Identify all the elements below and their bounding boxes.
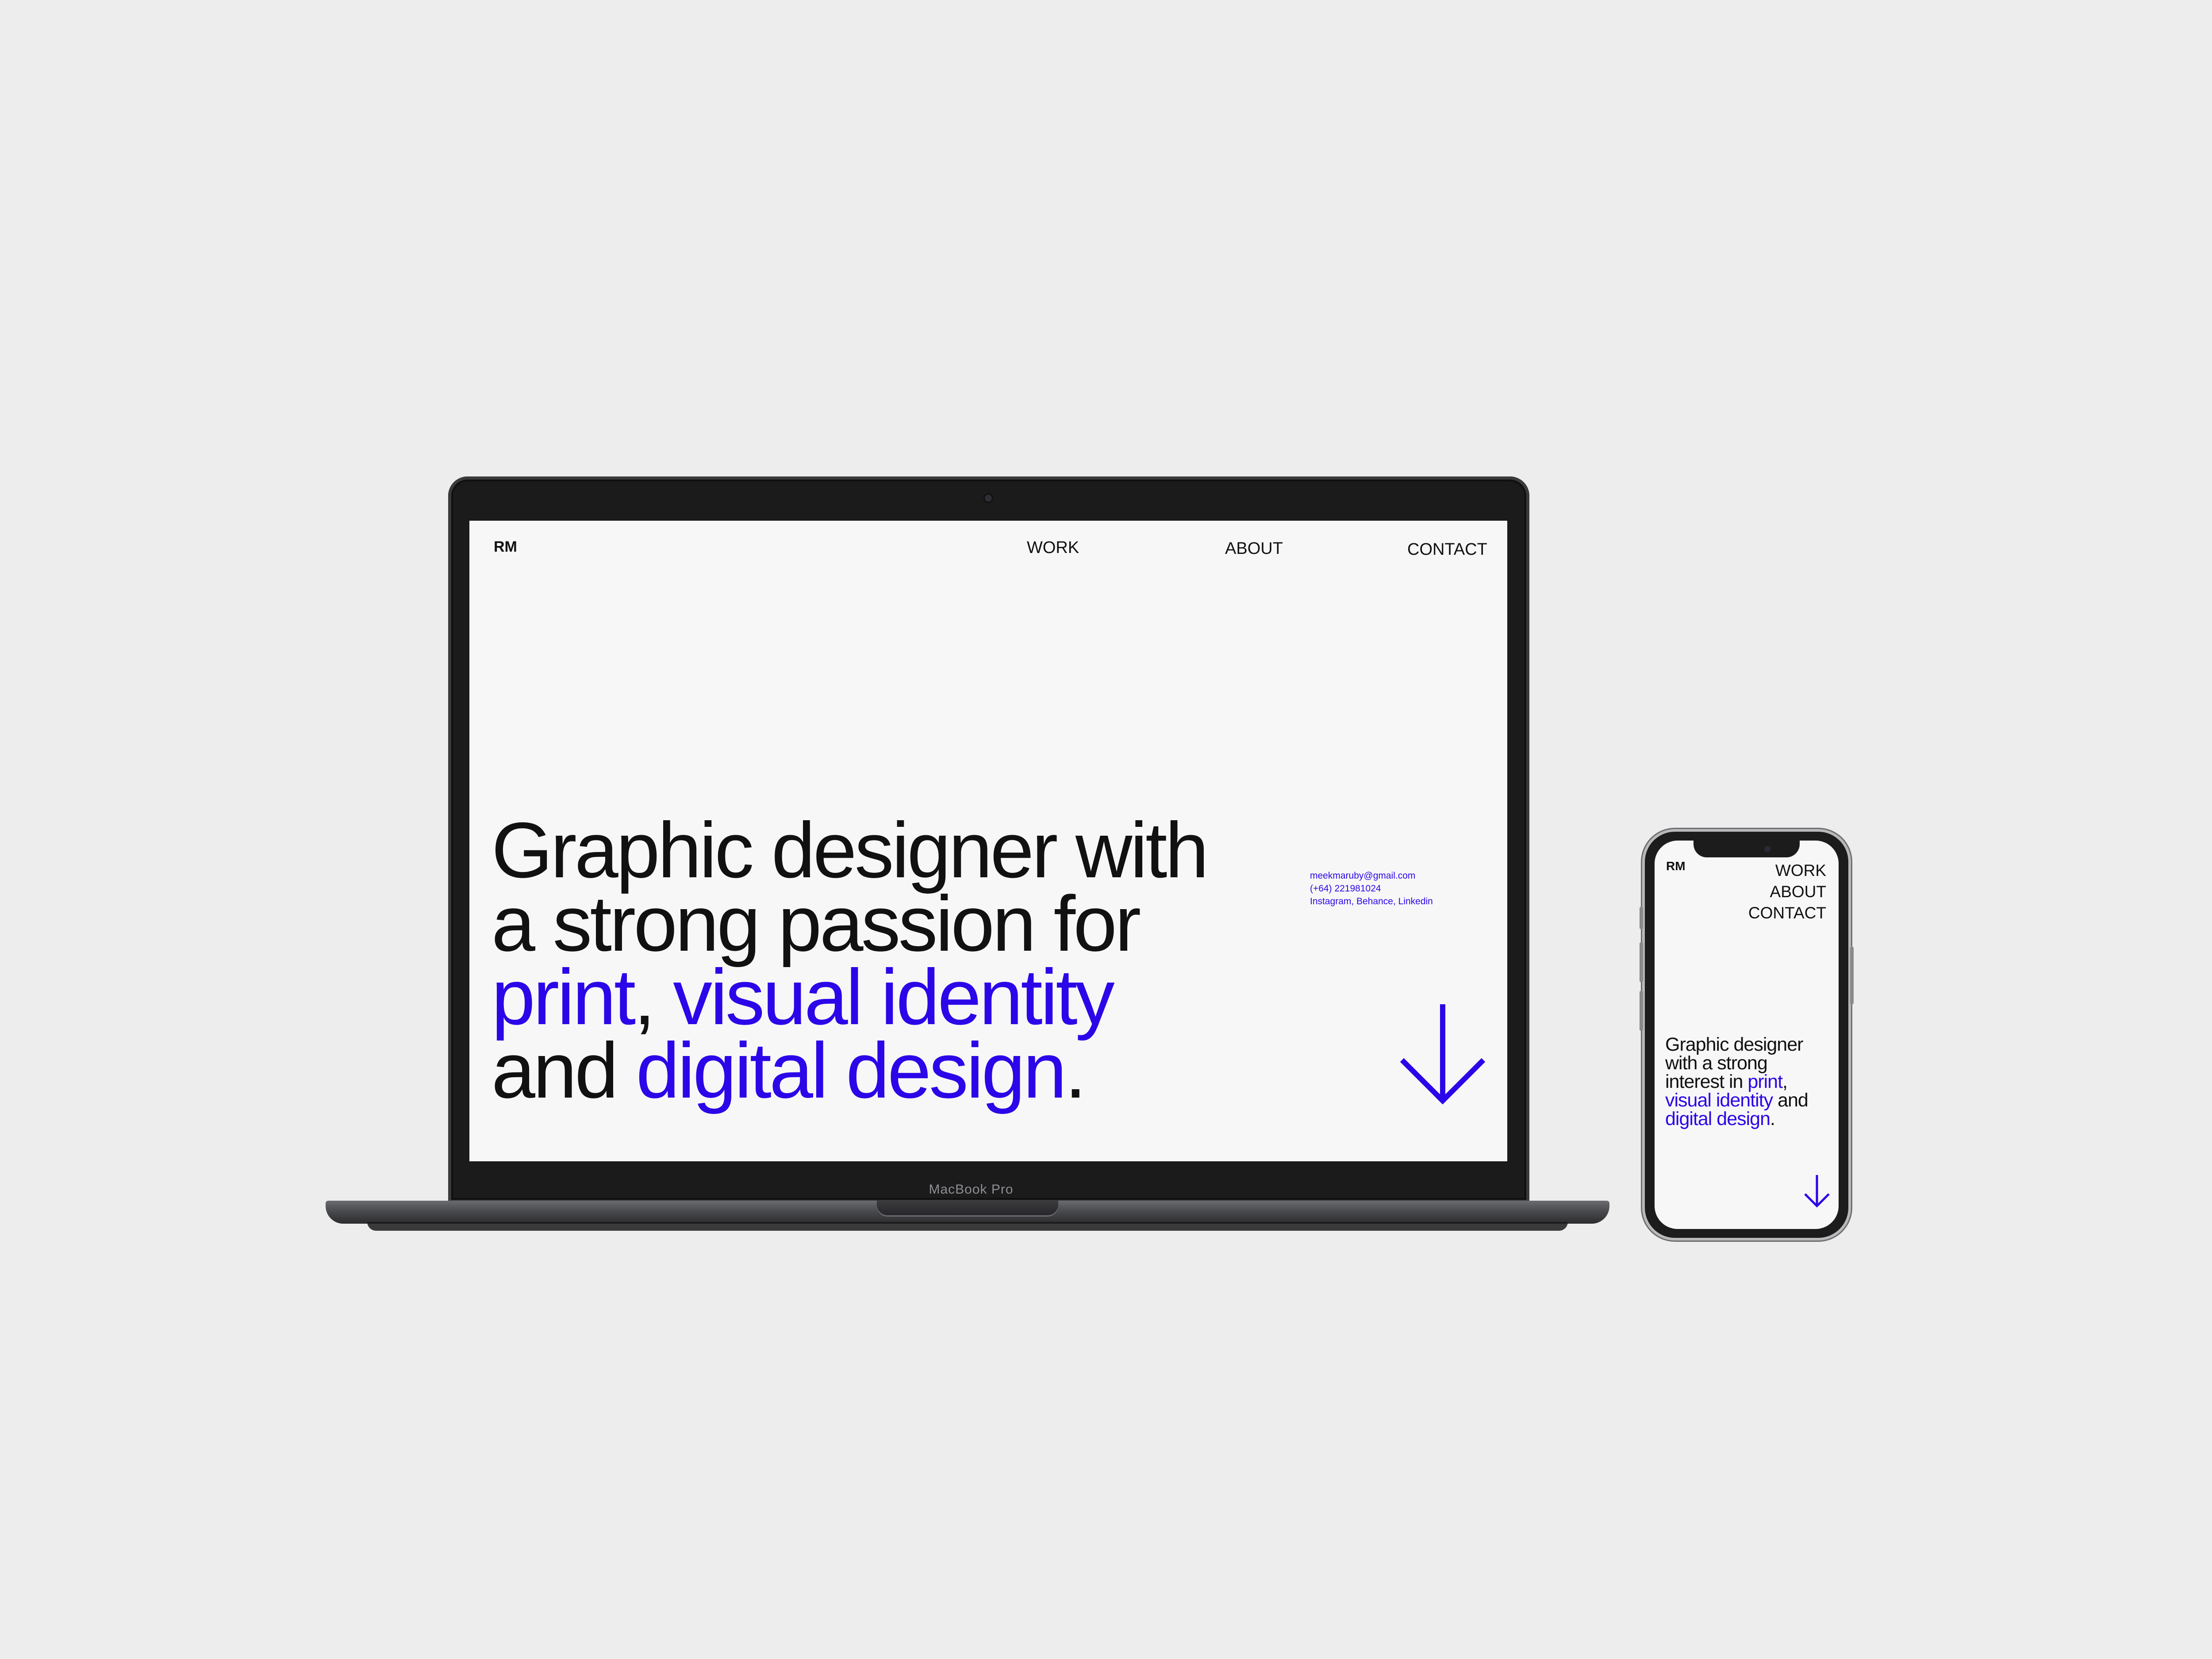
highlight-digital-design: digital design	[1665, 1108, 1770, 1129]
hero-line: with a strong	[1665, 1052, 1768, 1074]
hero-line: Graphic designer with	[492, 806, 1209, 894]
hero-line: interest in print,	[1665, 1072, 1839, 1091]
hero-line: a strong passion for	[492, 879, 1141, 968]
contact-email[interactable]: meekmaruby@gmail.com	[1310, 869, 1433, 882]
contact-socials[interactable]: Instagram, Behance, Linkedin	[1310, 895, 1433, 908]
hero-line: and digital design.	[492, 1031, 1332, 1110]
phone-button	[1640, 991, 1643, 1031]
laptop-brand-label: MacBook Pro	[929, 1182, 1014, 1197]
hero-line: digital design.	[1665, 1108, 1839, 1129]
highlight-digital-design: digital design	[636, 1026, 1067, 1114]
phone-frame: RM WORK ABOUT CONTACT Graphic designer w…	[1640, 832, 1854, 1238]
nav-about[interactable]: ABOUT	[1748, 881, 1826, 902]
arrow-down-icon[interactable]	[1398, 1001, 1487, 1107]
hero-text: ,	[1782, 1071, 1788, 1092]
hero-headline: Graphic designer with a strong interest …	[1665, 1034, 1839, 1129]
phone-button	[1850, 947, 1854, 1004]
camera-icon	[1764, 846, 1770, 852]
phone-notch	[1694, 841, 1800, 857]
hero-text: .	[1064, 1026, 1087, 1114]
hero-text: and	[1773, 1090, 1809, 1111]
phone-screen: RM WORK ABOUT CONTACT Graphic designer w…	[1655, 841, 1839, 1229]
contact-info: meekmaruby@gmail.com (+64) 221981024 Ins…	[1310, 869, 1433, 908]
nav-contact[interactable]: CONTACT	[1407, 540, 1487, 559]
hero-text: interest in	[1665, 1071, 1748, 1092]
nav-work[interactable]: WORK	[1027, 538, 1079, 557]
laptop-base-shadow	[367, 1222, 1568, 1231]
hero-text: .	[1770, 1108, 1775, 1129]
hero-line: print, visual identity	[492, 958, 1332, 1037]
hero-line: Graphic designer	[1665, 1034, 1803, 1055]
laptop-lid: RM WORK ABOUT CONTACT Graphic designer w…	[448, 476, 1529, 1203]
camera-icon	[985, 495, 992, 502]
highlight-visual-identity: visual identity	[1665, 1090, 1773, 1111]
nav-work[interactable]: WORK	[1748, 860, 1826, 881]
nav-contact[interactable]: CONTACT	[1748, 902, 1826, 924]
hero-line: visual identity and	[1665, 1091, 1839, 1110]
phone-button	[1640, 942, 1643, 982]
hero-headline: Graphic designer with a strong passion f…	[492, 806, 1332, 1110]
phone-button	[1640, 907, 1643, 929]
site-logo[interactable]: RM	[1666, 859, 1686, 873]
arrow-down-icon[interactable]	[1803, 1173, 1831, 1209]
nav-about[interactable]: ABOUT	[1225, 539, 1283, 558]
laptop-screen: RM WORK ABOUT CONTACT Graphic designer w…	[469, 521, 1507, 1161]
mobile-nav: WORK ABOUT CONTACT	[1748, 860, 1826, 924]
laptop-hinge	[877, 1201, 1058, 1217]
hero-text: and	[492, 1026, 636, 1114]
contact-phone[interactable]: (+64) 221981024	[1310, 882, 1433, 895]
site-logo[interactable]: RM	[494, 538, 517, 556]
highlight-print: print	[1747, 1071, 1783, 1092]
